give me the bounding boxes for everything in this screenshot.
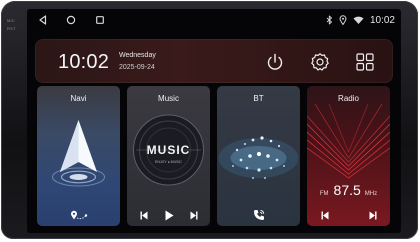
mic-label: MIC	[7, 18, 15, 23]
recents-button[interactable]	[93, 13, 107, 27]
music-title: Music	[158, 94, 179, 103]
power-icon	[267, 53, 283, 70]
radio-title: Radio	[338, 94, 359, 103]
play-icon[interactable]	[164, 210, 174, 221]
settings-button[interactable]	[309, 51, 331, 73]
next-track-icon[interactable]	[190, 211, 198, 220]
home-button[interactable]	[64, 13, 78, 27]
music-art-subtext: ENJOY ● MUSIC	[155, 160, 182, 164]
power-button[interactable]	[264, 51, 286, 73]
music-art-text: MUSIC	[147, 143, 191, 157]
radio-frequency-display: FM 87.5 MHz	[307, 182, 390, 200]
clock-time: 10:02	[58, 51, 110, 73]
navi-footer	[37, 204, 120, 226]
radio-unit: MHz	[364, 191, 378, 197]
header-widget: 10:02 Wednesday 2025-09-24	[35, 39, 393, 83]
location-icon	[339, 15, 347, 25]
bt-card[interactable]: BT	[217, 86, 300, 226]
music-artwork: MUSIC ENJOY ● MUSIC	[133, 114, 204, 186]
apps-button[interactable]	[354, 51, 376, 73]
back-button[interactable]	[36, 13, 50, 27]
apps-grid-icon	[356, 53, 374, 71]
back-icon	[39, 15, 47, 25]
navi-title: Navi	[70, 94, 87, 103]
route-pin-icon[interactable]	[69, 209, 89, 221]
phone-icon[interactable]	[253, 209, 265, 221]
music-card[interactable]: Music MUSIC ENJOY ● MUSIC	[127, 86, 210, 226]
reset-button[interactable]: RST	[7, 26, 16, 31]
bt-footer	[217, 204, 300, 226]
screen: 10:02 10:02 Wednesday 2025-09-24 Navi Mu…	[27, 9, 401, 233]
radio-artwork	[307, 104, 390, 179]
radio-controls	[307, 204, 390, 226]
status-indicators: 10:02	[326, 13, 395, 27]
previous-track-icon[interactable]	[140, 211, 148, 220]
seek-forward-icon[interactable]	[369, 211, 377, 220]
gear-icon	[311, 53, 329, 71]
radio-frequency: 87.5	[333, 182, 361, 198]
radio-band: FM	[319, 191, 329, 197]
bt-title: BT	[253, 94, 264, 103]
head-unit-bezel: MIC RST 10:02 10:02 Wednesday 2025-09-24	[1, 1, 418, 239]
navigation-arrow-icon	[52, 120, 105, 187]
navi-card[interactable]: Navi	[37, 86, 120, 226]
bt-artwork	[218, 136, 299, 179]
music-controls	[127, 204, 210, 226]
recents-icon	[96, 16, 104, 24]
date-label: 2025-09-24	[119, 64, 155, 71]
home-icon	[66, 15, 76, 25]
bluetooth-icon	[326, 15, 332, 25]
weekday-label: Wednesday	[119, 52, 156, 59]
seek-back-icon[interactable]	[321, 211, 329, 220]
status-time: 10:02	[369, 14, 395, 26]
wifi-icon	[353, 16, 364, 24]
radio-card[interactable]: Radio FM 87.5 MHz	[307, 86, 390, 226]
status-bar: 10:02	[27, 9, 401, 31]
